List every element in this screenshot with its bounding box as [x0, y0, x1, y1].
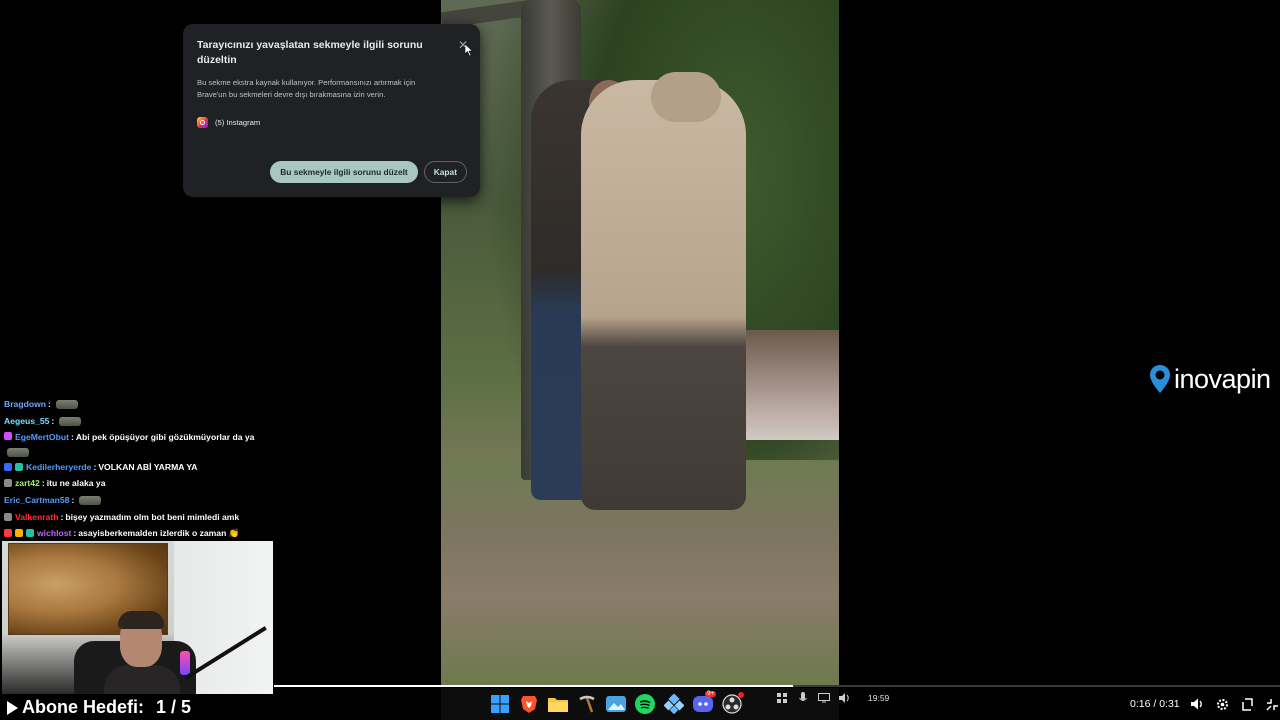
chat-message: Valkenrath : bişey yazmadım olm bot beni…	[4, 508, 274, 525]
webcam-feed	[2, 541, 273, 694]
chat-badge-icon	[4, 479, 12, 488]
chat-username[interactable]: wichlost	[37, 528, 71, 538]
chat-badge-icon	[15, 529, 23, 538]
chat-username[interactable]: Kedilerheryerde	[26, 462, 91, 472]
chat-message: Bragdown :	[4, 396, 274, 413]
chat-text: Abi pek öpüşüyor gibi gözükmüyorlar da y…	[75, 432, 255, 443]
subscriber-goal: Abone Hedefi: 1 / 5	[7, 697, 191, 718]
chat-badge-icon	[15, 462, 23, 471]
video-time: 0:16 / 0:31	[1130, 698, 1180, 710]
chat-panel: Bragdown : Aegeus_55 : EgeMertObut : Abi…	[4, 396, 274, 542]
chat-separator: :	[70, 432, 74, 443]
chat-emote-icon	[7, 448, 29, 458]
chat-badge-icon	[26, 529, 34, 538]
display-icon[interactable]	[818, 692, 830, 704]
video-frame[interactable]	[441, 0, 839, 686]
goal-label: Abone Hedefi:	[22, 697, 145, 717]
chat-username[interactable]: Bragdown	[4, 399, 46, 409]
brave-icon[interactable]	[516, 692, 541, 717]
close-popup-button[interactable]: Kapat	[423, 161, 467, 183]
fix-tab-button[interactable]: Bu sekmeyle ilgili sorunu düzelt	[270, 161, 418, 183]
slow-tab-popup: Tarayıcınızı yavaşlatan sekmeyle ilgili …	[183, 24, 480, 197]
chat-badge-icon	[4, 432, 12, 441]
popup-title: Tarayıcınızı yavaşlatan sekmeyle ilgili …	[197, 39, 423, 66]
chat-separator: :	[71, 495, 75, 506]
rotate-screen-icon[interactable]	[1241, 697, 1255, 711]
video-progress-bar[interactable]	[274, 685, 1280, 687]
photos-icon[interactable]	[603, 692, 628, 717]
exit-fullscreen-icon[interactable]	[1266, 697, 1280, 711]
mouse-cursor-icon	[465, 44, 473, 56]
chat-badge-icon	[4, 462, 12, 471]
chat-text: bişey yazmadım olm bot beni mimledi amk	[65, 511, 240, 522]
chat-emote-icon	[55, 399, 78, 409]
play-arrow-icon	[7, 700, 18, 715]
logo-text: inovapin	[1174, 363, 1271, 394]
taskbar-clock: 19:59	[868, 693, 890, 703]
pickaxe-icon[interactable]	[574, 692, 599, 717]
discord-badge: 9+	[705, 690, 716, 697]
windows-start-icon[interactable]	[487, 692, 512, 717]
chat-badge-icon	[4, 512, 12, 521]
chat-username[interactable]: Aegeus_55	[4, 416, 49, 426]
chat-text: itu ne alaka ya	[46, 478, 106, 489]
chat-username[interactable]: Valkenrath	[15, 512, 58, 522]
inovapin-logo: inovapin	[1149, 362, 1271, 396]
chat-message: Kedilerheryerde : VOLKAN ABİ YARMA YA	[4, 458, 274, 475]
chat-message: Aegeus_55 :	[4, 413, 274, 430]
obs-icon[interactable]	[719, 691, 744, 717]
popup-description: Bu sekme ekstra kaynak kullanıyor. Perfo…	[197, 78, 416, 99]
affected-tab: (5) Instagram	[197, 117, 466, 128]
chat-text: asayisberkemalden izlerdik o zaman 👏	[78, 527, 240, 538]
chat-username[interactable]: Eric_Cartman58	[4, 495, 69, 505]
chat-message: zart42 : itu ne alaka ya	[4, 475, 274, 492]
system-tray: 19:59	[776, 692, 889, 704]
microphone-icon[interactable]	[797, 692, 809, 704]
discord-icon[interactable]: 9+	[690, 690, 716, 717]
chat-text: VOLKAN ABİ YARMA YA	[98, 461, 198, 472]
streamer	[104, 611, 180, 694]
location-pin-icon	[1150, 365, 1170, 393]
chat-message: wichlost : asayisberkemalden izlerdik o …	[4, 525, 274, 542]
progress-fill	[274, 685, 794, 687]
volume-icon[interactable]	[839, 692, 851, 704]
rgb-light	[180, 651, 190, 675]
recording-dot	[738, 691, 744, 698]
chat-badge-icon	[4, 529, 12, 538]
volume-icon[interactable]	[1190, 697, 1205, 711]
chat-username[interactable]: zart42	[15, 478, 40, 488]
tab-label: (5) Instagram	[215, 118, 261, 127]
chat-separator: :	[41, 478, 45, 489]
person-right	[581, 72, 746, 510]
spotify-icon[interactable]	[632, 692, 657, 717]
settings-gear-icon[interactable]	[1216, 697, 1230, 711]
chat-separator: :	[73, 528, 77, 539]
chat-message: EgeMertObut : Abi pek öpüşüyor gibi gözü…	[4, 429, 274, 458]
chat-separator: :	[60, 511, 64, 522]
chat-separator: :	[93, 461, 97, 472]
chat-message: Eric_Cartman58 :	[4, 492, 274, 509]
file-explorer-icon[interactable]	[545, 692, 570, 717]
network-icon[interactable]	[661, 692, 686, 717]
chat-emote-icon	[59, 416, 82, 426]
chat-emote-icon	[79, 495, 102, 505]
chat-username[interactable]: EgeMertObut	[15, 432, 69, 442]
chat-separator: :	[51, 416, 55, 427]
player-controls: 0:16 / 0:31	[1130, 697, 1280, 711]
instagram-icon	[197, 117, 208, 128]
widgets-icon[interactable]	[776, 692, 788, 704]
goal-value: 1 / 5	[156, 697, 192, 717]
chat-separator: :	[48, 399, 51, 410]
